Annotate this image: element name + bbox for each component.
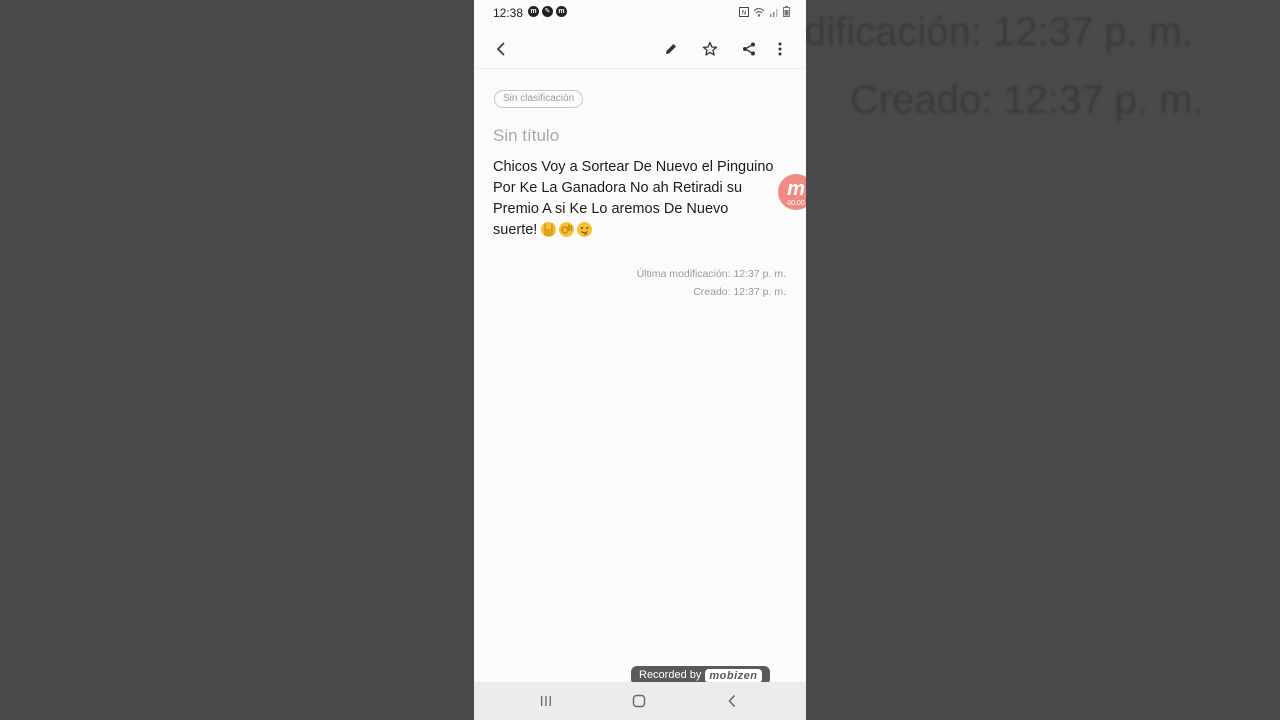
status-system-icons: N bbox=[739, 6, 790, 17]
back-button[interactable] bbox=[490, 38, 512, 60]
app-icon: ✎ bbox=[542, 6, 553, 17]
mobizen-icon: m bbox=[556, 6, 567, 17]
back-arrow-icon bbox=[496, 42, 505, 56]
signal-icon bbox=[770, 8, 778, 17]
note-body-text: Chicos Voy a Sortear De Nuevo el Pinguin… bbox=[493, 159, 774, 238]
favorite-button[interactable] bbox=[699, 38, 721, 60]
nav-back-icon bbox=[728, 694, 736, 708]
svg-text:N: N bbox=[742, 9, 747, 16]
wifi-icon bbox=[753, 7, 765, 17]
status-app-icons: m ✎ m bbox=[528, 6, 567, 17]
share-icon bbox=[743, 42, 755, 56]
background-created-text: Creado: 12:37 p. m. bbox=[850, 78, 1204, 122]
status-time: 12:38 bbox=[493, 6, 524, 20]
note-toolbar bbox=[474, 30, 806, 69]
created-text: Creado: 12:37 p. m. bbox=[693, 286, 786, 298]
ok-hand-emoji bbox=[559, 222, 575, 237]
recent-apps-icon bbox=[541, 696, 551, 706]
more-options-button[interactable] bbox=[769, 38, 791, 60]
mobizen-logo: mobizen bbox=[705, 668, 762, 683]
nfc-icon: N bbox=[739, 6, 749, 17]
more-vert-icon bbox=[778, 42, 782, 56]
mobizen-record-bubble[interactable]: m 00:00 bbox=[778, 174, 806, 210]
edit-button[interactable] bbox=[660, 38, 682, 60]
category-chip[interactable]: Sin clasificación bbox=[494, 90, 584, 108]
home-icon bbox=[632, 694, 646, 708]
mobizen-letter: m bbox=[787, 178, 805, 200]
pencil-icon bbox=[666, 44, 676, 54]
mobizen-icon: m bbox=[528, 6, 539, 17]
emoji-row bbox=[541, 222, 593, 237]
recent-apps-button[interactable] bbox=[536, 692, 556, 710]
home-button[interactable] bbox=[629, 692, 649, 710]
status-bar: 12:38 m ✎ m N bbox=[474, 0, 806, 26]
nav-back-button[interactable] bbox=[722, 692, 742, 710]
rock-on-hand-emoji bbox=[541, 222, 557, 237]
note-title[interactable]: Sin título bbox=[493, 126, 559, 146]
star-icon bbox=[702, 41, 718, 56]
battery-icon bbox=[783, 6, 790, 17]
share-button[interactable] bbox=[738, 38, 760, 60]
mobizen-timer: 00:00 bbox=[787, 200, 805, 207]
note-body[interactable]: Chicos Voy a Sortear De Nuevo el Pinguin… bbox=[493, 157, 775, 241]
phone-screen: 12:38 m ✎ m N Sin clasificación Sin títu… bbox=[474, 0, 806, 720]
winking-tongue-face-emoji bbox=[577, 222, 593, 237]
background-modified-text: dificación: 12:37 p. m. bbox=[804, 10, 1194, 54]
last-modified-text: Última modificación: 12:37 p. m. bbox=[636, 268, 786, 280]
navigation-bar bbox=[474, 682, 806, 720]
